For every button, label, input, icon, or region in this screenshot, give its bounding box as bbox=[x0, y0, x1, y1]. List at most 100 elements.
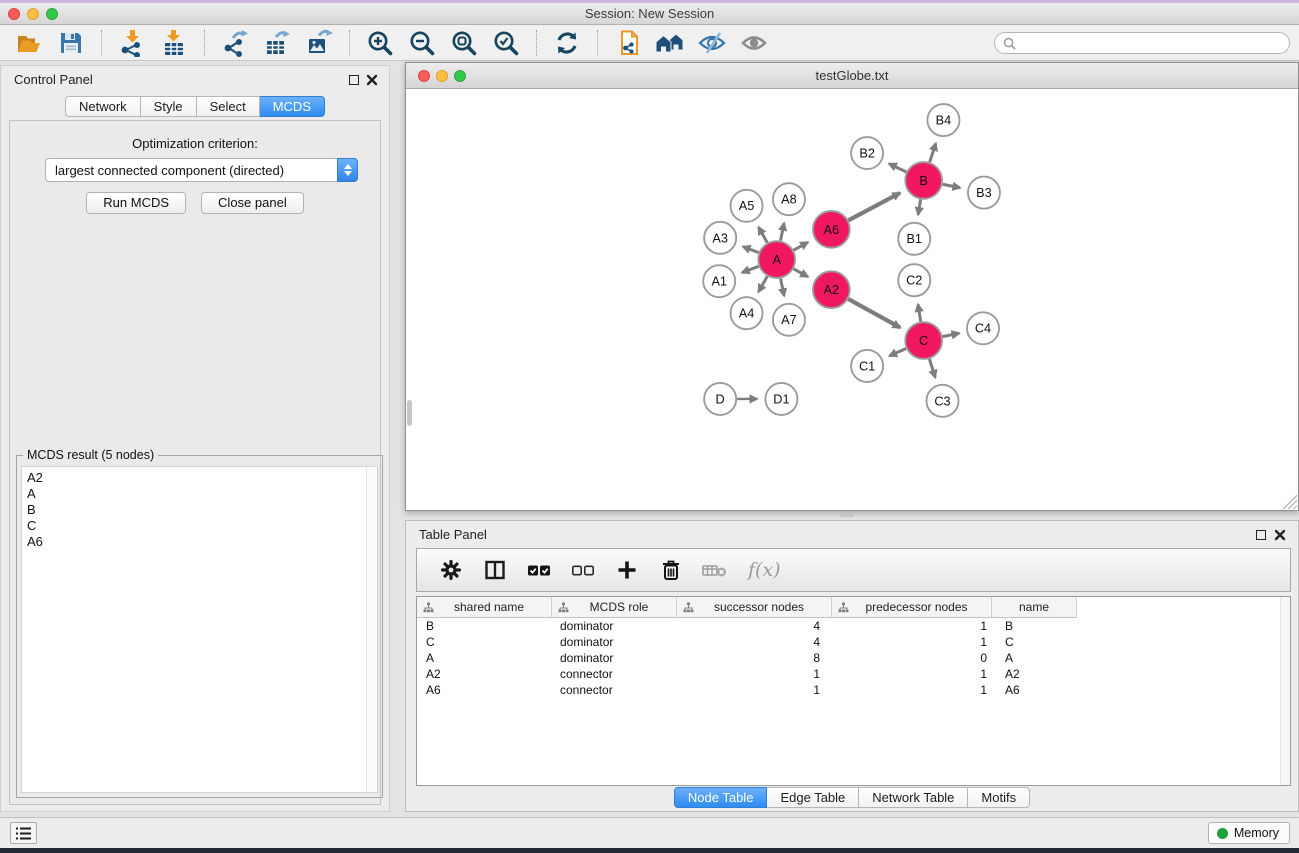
node-table[interactable]: shared nameMCDS rolesuccessor nodesprede… bbox=[416, 596, 1291, 786]
node-A3[interactable]: A3 bbox=[704, 222, 736, 254]
node-A[interactable]: A bbox=[758, 241, 795, 278]
table-row[interactable]: A2connector11A2 bbox=[417, 666, 1290, 682]
table-row[interactable]: Cdominator41C bbox=[417, 634, 1290, 650]
duplicate-network-button[interactable] bbox=[612, 27, 644, 59]
edge-A-A8[interactable] bbox=[781, 223, 785, 240]
node-A4[interactable]: A4 bbox=[731, 297, 763, 329]
select-all-button[interactable] bbox=[523, 554, 555, 586]
close-panel-icon[interactable] bbox=[366, 74, 378, 86]
node-B[interactable]: B bbox=[905, 162, 942, 199]
edge-B-B3[interactable] bbox=[943, 184, 960, 188]
close-table-panel-icon[interactable] bbox=[1274, 529, 1286, 541]
open-session-button[interactable] bbox=[13, 27, 45, 59]
edge-C-C3[interactable] bbox=[929, 359, 935, 377]
result-scrollbar[interactable] bbox=[366, 467, 377, 792]
run-mcds-button[interactable]: Run MCDS bbox=[86, 192, 186, 214]
node-C1[interactable]: C1 bbox=[851, 350, 883, 382]
node-D[interactable]: D bbox=[704, 383, 736, 415]
float-panel-icon[interactable] bbox=[349, 75, 359, 85]
edge-B-B2[interactable] bbox=[889, 164, 906, 172]
save-session-button[interactable] bbox=[55, 27, 87, 59]
edge-A-A7[interactable] bbox=[781, 278, 785, 295]
edge-A-A1[interactable] bbox=[742, 266, 758, 272]
mcds-result-list[interactable]: A2ABCA6 bbox=[21, 466, 378, 793]
node-B2[interactable]: B2 bbox=[851, 137, 883, 169]
node-C2[interactable]: C2 bbox=[898, 264, 930, 296]
edge-A2-C[interactable] bbox=[848, 299, 900, 328]
tab-node-table[interactable]: Node Table bbox=[674, 787, 768, 808]
home-views-button[interactable] bbox=[654, 27, 686, 59]
column-header-predecessor-nodes[interactable]: predecessor nodes bbox=[832, 597, 992, 618]
memory-button[interactable]: Memory bbox=[1208, 822, 1290, 844]
node-B3[interactable]: B3 bbox=[968, 177, 1000, 209]
node-A2[interactable]: A2 bbox=[813, 271, 850, 308]
edge-C-C4[interactable] bbox=[943, 333, 959, 336]
column-header-MCDS-role[interactable]: MCDS role bbox=[552, 597, 677, 618]
tab-network[interactable]: Network bbox=[65, 96, 141, 117]
import-network-button[interactable] bbox=[116, 27, 148, 59]
tab-mcds[interactable]: MCDS bbox=[260, 96, 325, 117]
export-image-button[interactable] bbox=[303, 27, 335, 59]
tab-style[interactable]: Style bbox=[141, 96, 197, 117]
gear-button[interactable] bbox=[435, 554, 467, 586]
zoom-out-button[interactable] bbox=[406, 27, 438, 59]
result-list-item[interactable]: B bbox=[27, 502, 377, 518]
edge-A-A6[interactable] bbox=[794, 242, 808, 250]
node-A5[interactable]: A5 bbox=[731, 190, 763, 222]
refresh-view-button[interactable] bbox=[551, 27, 583, 59]
import-table-button[interactable] bbox=[158, 27, 190, 59]
table-row[interactable]: Adominator80A bbox=[417, 650, 1290, 666]
network-vertical-scrollbar[interactable] bbox=[407, 400, 412, 426]
search-input[interactable] bbox=[1021, 36, 1271, 50]
close-panel-button[interactable]: Close panel bbox=[201, 192, 304, 214]
result-list-item[interactable]: A6 bbox=[27, 534, 377, 550]
criterion-select[interactable]: largest connected component (directed) bbox=[45, 158, 358, 182]
node-A8[interactable]: A8 bbox=[773, 183, 805, 215]
node-B4[interactable]: B4 bbox=[927, 104, 959, 136]
resize-grip-icon[interactable] bbox=[1283, 495, 1297, 509]
node-A1[interactable]: A1 bbox=[703, 265, 735, 297]
node-C3[interactable]: C3 bbox=[926, 385, 958, 417]
task-history-button[interactable] bbox=[10, 822, 37, 844]
result-list-item[interactable]: C bbox=[27, 518, 377, 534]
edge-A-A4[interactable] bbox=[759, 276, 768, 292]
table-scrollbar[interactable] bbox=[1280, 597, 1290, 785]
split-view-button[interactable] bbox=[479, 554, 511, 586]
dock-divider-handle[interactable] bbox=[840, 513, 854, 517]
node-C[interactable]: C bbox=[905, 322, 942, 359]
tab-select[interactable]: Select bbox=[197, 96, 260, 117]
tab-edge-table[interactable]: Edge Table bbox=[767, 787, 859, 808]
function-builder-button[interactable]: f(x) bbox=[743, 554, 789, 586]
network-canvas[interactable]: B4 B2 B B3 B1 A5 A8A6 A3 A A1 A2 C2 A4 A7 C C4 C1 C3 D D1 bbox=[406, 89, 1298, 510]
edge-A-A3[interactable] bbox=[743, 247, 759, 253]
show-graphics-button[interactable] bbox=[738, 27, 770, 59]
add-column-button[interactable] bbox=[611, 554, 643, 586]
node-B1[interactable]: B1 bbox=[898, 223, 930, 255]
edge-B-B4[interactable] bbox=[930, 143, 936, 162]
column-header-shared-name[interactable]: shared name bbox=[417, 597, 552, 618]
delete-table-button[interactable] bbox=[699, 554, 731, 586]
search-field[interactable] bbox=[994, 32, 1290, 54]
zoom-in-button[interactable] bbox=[364, 27, 396, 59]
float-table-panel-icon[interactable] bbox=[1256, 530, 1266, 540]
result-list-item[interactable]: A bbox=[27, 486, 377, 502]
column-header-successor-nodes[interactable]: successor nodes bbox=[677, 597, 832, 618]
edge-A-A5[interactable] bbox=[759, 227, 768, 243]
node-A6[interactable]: A6 bbox=[813, 211, 850, 248]
table-row[interactable]: A6connector11A6 bbox=[417, 682, 1290, 698]
edge-C-C2[interactable] bbox=[918, 304, 921, 321]
export-network-button[interactable] bbox=[219, 27, 251, 59]
result-list-item[interactable]: A2 bbox=[27, 470, 377, 486]
zoom-selected-button[interactable] bbox=[490, 27, 522, 59]
node-D1[interactable]: D1 bbox=[765, 383, 797, 415]
edge-A6-B[interactable] bbox=[848, 193, 900, 220]
tab-motifs[interactable]: Motifs bbox=[968, 787, 1030, 808]
column-header-name[interactable]: name bbox=[992, 597, 1077, 618]
hide-graphics-button[interactable] bbox=[696, 27, 728, 59]
node-C4[interactable]: C4 bbox=[967, 312, 999, 344]
table-row[interactable]: Bdominator41B bbox=[417, 618, 1290, 634]
tab-network-table[interactable]: Network Table bbox=[859, 787, 968, 808]
edge-B-B1[interactable] bbox=[918, 199, 920, 214]
export-table-button[interactable] bbox=[261, 27, 293, 59]
node-A7[interactable]: A7 bbox=[773, 304, 805, 336]
